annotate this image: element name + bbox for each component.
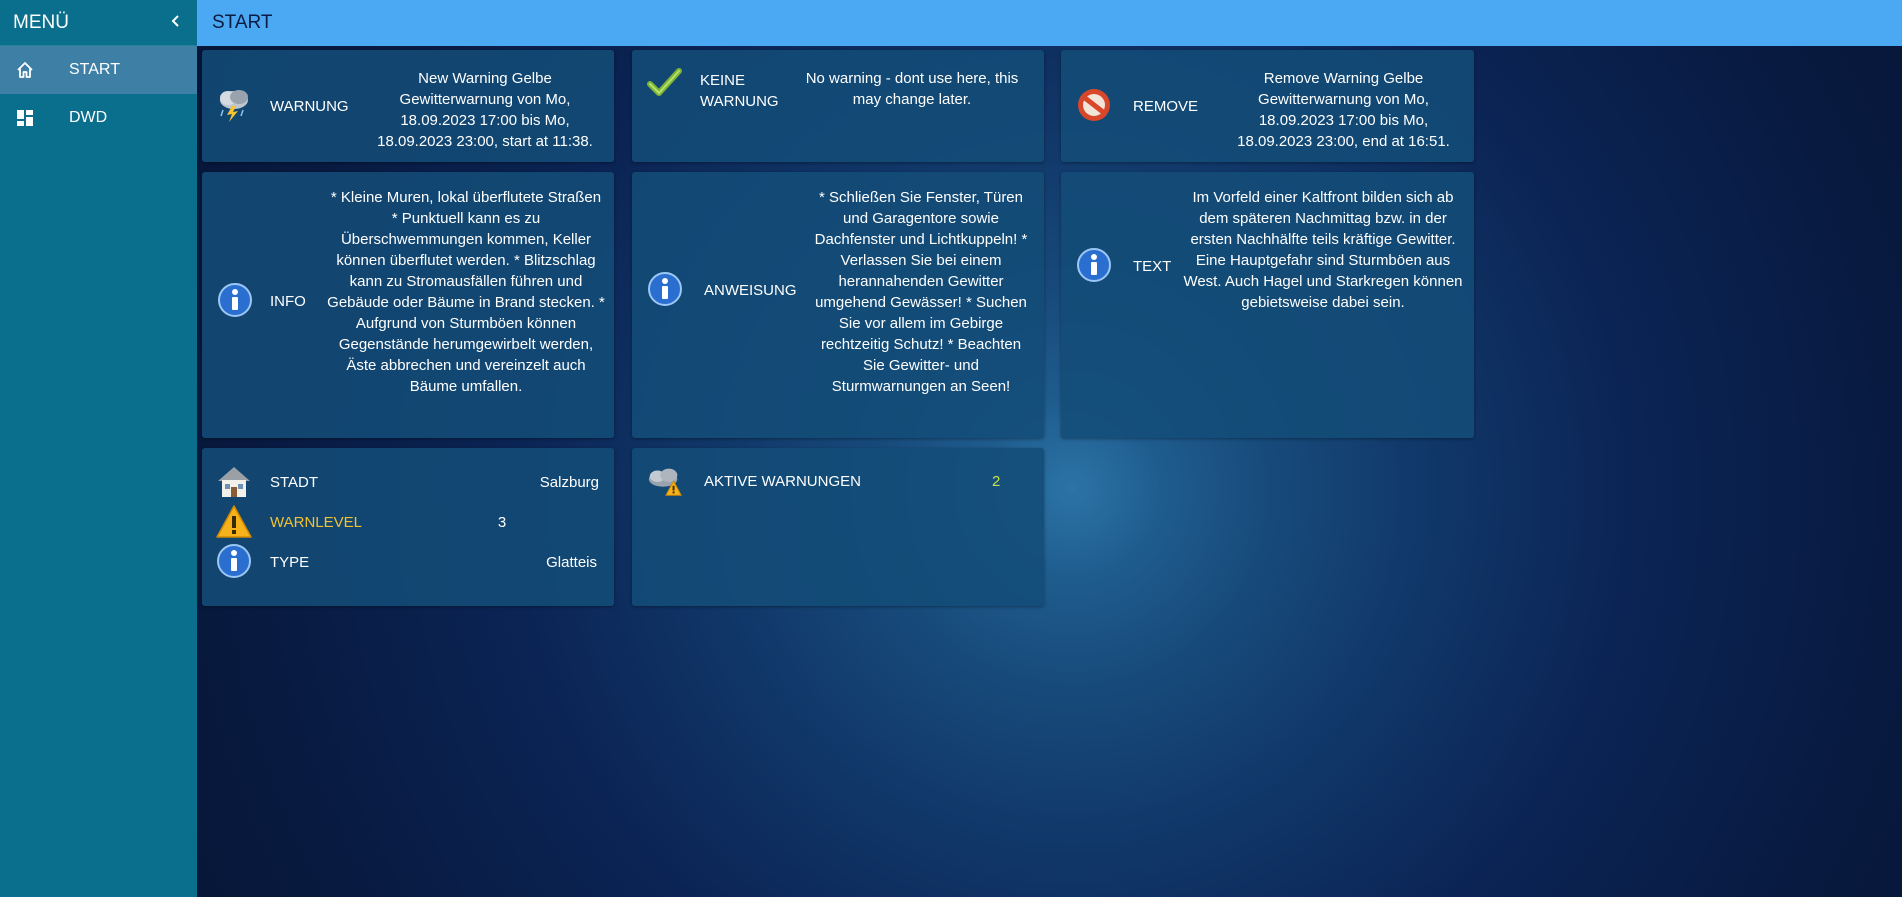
text-label: TEXT: [1133, 258, 1172, 275]
cloud-warning-icon: [646, 462, 684, 500]
no-entry-icon: [1075, 86, 1113, 124]
house-icon: [215, 463, 253, 501]
info-card[interactable]: INFO * Kleine Muren, lokal überflutete S…: [202, 172, 614, 438]
type-label: TYPE: [270, 554, 310, 571]
aktive-warnungen-label: AKTIVE WARNUNGEN: [704, 473, 861, 490]
page-title: START: [212, 12, 273, 33]
text-card[interactable]: TEXT Im Vorfeld einer Kaltfront bilden s…: [1061, 172, 1474, 438]
aktive-warnungen-value: 2: [992, 473, 1001, 490]
sidebar-item-start[interactable]: START: [0, 46, 197, 94]
info-icon: [216, 281, 254, 319]
sidebar-item-label: START: [69, 61, 120, 78]
sidebar-header: MENÜ: [0, 0, 197, 46]
info-value: * Kleine Muren, lokal überflutete Straße…: [327, 189, 605, 395]
remove-label: REMOVE: [1133, 98, 1199, 115]
warnung-card[interactable]: WARNUNG New Warning Gelbe Gewitterwarnun…: [202, 50, 614, 162]
warnlevel-label: WARNLEVEL: [270, 514, 362, 531]
warning-icon: [215, 503, 253, 541]
sidebar-item-label: DWD: [69, 109, 108, 126]
checkmark-icon: [646, 64, 684, 102]
anweisung-label: ANWEISUNG: [704, 282, 797, 299]
sidebar-title: MENÜ: [13, 11, 69, 33]
info-label: INFO: [270, 293, 306, 310]
stadt-label: STADT: [270, 474, 319, 491]
info-icon: [215, 542, 253, 580]
warnung-value: New Warning Gelbe Gewitterwarnung von Mo…: [377, 70, 593, 150]
text-value: Im Vorfeld einer Kaltfront bilden sich a…: [1183, 189, 1463, 311]
anweisung-value: * Schließen Sie Fenster, Türen und Garag…: [814, 189, 1028, 395]
home-icon: [14, 59, 36, 81]
type-value: Glatteis: [546, 554, 597, 571]
warnung-label: WARNUNG: [270, 98, 349, 115]
sidebar-item-dwd[interactable]: DWD: [0, 94, 197, 142]
thunderstorm-icon: [215, 86, 253, 124]
warnlevel-value: 3: [497, 514, 507, 531]
info-icon: [646, 270, 684, 308]
keine-warnung-label: KEINE WARNUNG: [700, 72, 779, 110]
keine-warnung-card[interactable]: KEINE WARNUNG No warning - dont use here…: [632, 50, 1044, 162]
info-icon: [1075, 246, 1113, 284]
stadt-value: Salzburg: [539, 474, 599, 491]
anweisung-card[interactable]: ANWEISUNG * Schließen Sie Fenster, Türen…: [632, 172, 1044, 438]
dashboard-icon: [14, 107, 36, 129]
keine-warnung-value: No warning - dont use here, this may cha…: [805, 70, 1019, 108]
remove-value: Remove Warning Gelbe Gewitterwarnung von…: [1237, 70, 1450, 150]
details-card[interactable]: STADT Salzburg WARNLEVEL 3 TYPE Glatteis: [202, 448, 614, 606]
main-content: WARNUNG New Warning Gelbe Gewitterwarnun…: [197, 46, 1902, 897]
remove-card[interactable]: REMOVE Remove Warning Gelbe Gewitterwarn…: [1061, 50, 1474, 162]
sidebar: MENÜ START DWD: [0, 0, 197, 897]
top-bar: START: [197, 0, 1902, 46]
aktive-warnungen-card[interactable]: AKTIVE WARNUNGEN 2: [632, 448, 1044, 606]
collapse-menu-icon[interactable]: [169, 11, 183, 34]
